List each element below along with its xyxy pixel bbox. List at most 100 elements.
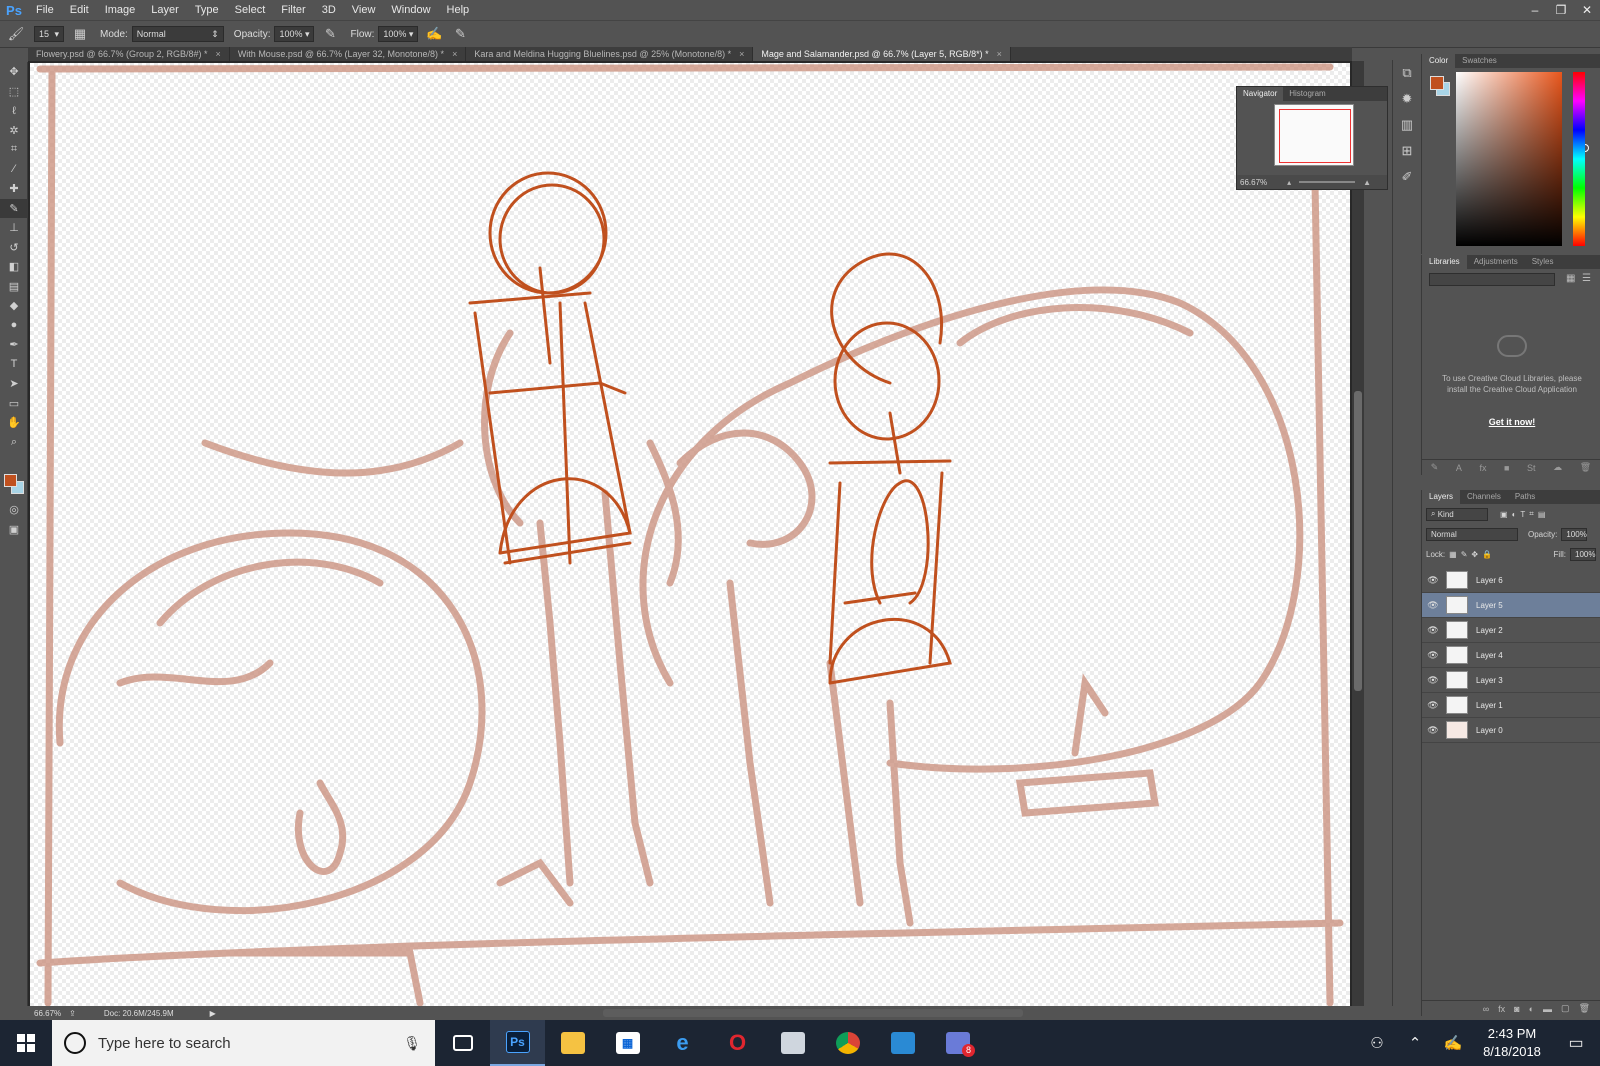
menu-window[interactable]: Window <box>383 0 438 20</box>
info-icon[interactable]: ⊞ <box>1393 138 1421 164</box>
link-layers-icon[interactable]: ∞ <box>1483 1004 1489 1014</box>
tab-layers[interactable]: Layers <box>1422 490 1461 504</box>
type-tool-icon[interactable]: T <box>0 355 28 375</box>
tab-document-1[interactable]: Flowery.psd @ 66.7% (Group 2, RGB/8#) * × <box>28 47 230 61</box>
lock-all-icon[interactable]: 🔒 <box>1482 550 1492 559</box>
eraser-tool-icon[interactable]: ◧ <box>0 257 28 277</box>
close-icon[interactable]: × <box>216 47 221 61</box>
eye-icon[interactable]: 👁 <box>1422 650 1444 661</box>
adjustment-filter-icon[interactable]: ◐ <box>1512 510 1517 519</box>
close-icon[interactable]: × <box>997 47 1002 61</box>
menu-3d[interactable]: 3D <box>314 0 344 20</box>
brush-size-picker[interactable]: 15 ▾ <box>34 26 64 42</box>
flow-field[interactable]: 100% ▾ <box>378 26 419 42</box>
tab-channels[interactable]: Channels <box>1460 490 1508 504</box>
rectangle-tool-icon[interactable]: ▭ <box>0 394 28 414</box>
close-icon[interactable]: × <box>452 47 457 61</box>
layer-row-layer-5[interactable]: 👁 Layer 5 <box>1422 593 1600 618</box>
zoom-tool-icon[interactable]: ⌕ <box>0 433 28 453</box>
people-icon[interactable]: ⚇ <box>1358 1034 1396 1052</box>
mode-select[interactable]: Normal ⇕ <box>131 26 224 42</box>
restore-icon[interactable]: ❐ <box>1548 0 1574 20</box>
pen-tool-icon[interactable]: ✒ <box>0 335 28 355</box>
menu-help[interactable]: Help <box>439 0 478 20</box>
hand-tool-icon[interactable]: ✋ <box>0 413 28 433</box>
layer-row-layer-3[interactable]: 👁 Layer 3 <box>1422 668 1600 693</box>
navigator-view-box[interactable] <box>1279 109 1351 163</box>
menu-view[interactable]: View <box>344 0 384 20</box>
type-filter-icon[interactable]: T <box>1520 510 1525 519</box>
layer-mask-icon[interactable]: ◙ <box>1514 1004 1519 1014</box>
tab-paths[interactable]: Paths <box>1508 490 1542 504</box>
scrollbar-thumb[interactable] <box>1354 391 1362 691</box>
delete-icon[interactable]: 🗑 <box>1580 462 1591 473</box>
get-it-now-link[interactable]: Get it now! <box>1432 417 1592 427</box>
photoshop-taskbar-icon[interactable]: Ps <box>490 1020 545 1066</box>
edge-icon[interactable]: e <box>655 1020 710 1066</box>
close-icon[interactable]: ✕ <box>1574 0 1600 20</box>
brush-presets-icon[interactable]: ✐ <box>1393 164 1421 190</box>
pressure-opacity-icon[interactable]: ✎ <box>320 25 340 43</box>
brush-panel-toggle-icon[interactable]: ▦ <box>70 25 90 43</box>
crop-tool-icon[interactable]: ⌗ <box>0 140 28 160</box>
library-select[interactable] <box>1429 273 1555 286</box>
stock-icon[interactable]: St <box>1527 463 1536 473</box>
add-graphic-icon[interactable]: ✎ <box>1431 462 1439 473</box>
pen-workspace-icon[interactable]: ✍ <box>1434 1034 1472 1052</box>
dodge-tool-icon[interactable]: ● <box>0 316 28 336</box>
add-color-icon[interactable]: ■ <box>1504 463 1509 473</box>
tab-document-3[interactable]: Kara and Meldina Hugging Bluelines.psd @… <box>466 47 754 61</box>
document-canvas[interactable] <box>30 63 1350 1006</box>
pixel-filter-icon[interactable]: ▣ <box>1500 510 1508 519</box>
blur-tool-icon[interactable]: ◆ <box>0 296 28 316</box>
foreground-color-swatch[interactable] <box>1430 76 1444 90</box>
layer-row-layer-1[interactable]: 👁 Layer 1 <box>1422 693 1600 718</box>
history-icon[interactable]: ⧉ <box>1393 60 1421 86</box>
magic-wand-tool-icon[interactable]: ✲ <box>0 121 28 141</box>
outlook-icon[interactable] <box>875 1020 930 1066</box>
eye-icon[interactable]: 👁 <box>1422 575 1444 586</box>
menu-edit[interactable]: Edit <box>62 0 97 20</box>
menu-type[interactable]: Type <box>187 0 227 20</box>
status-zoom[interactable]: 66.67% <box>34 1009 61 1018</box>
shape-filter-icon[interactable]: ⌗ <box>1529 509 1534 519</box>
eye-icon[interactable]: 👁 <box>1422 625 1444 636</box>
zoom-slider[interactable] <box>1299 181 1356 183</box>
navigator-thumbnail[interactable] <box>1274 104 1354 166</box>
list-view-icon[interactable]: ☰ <box>1582 273 1591 284</box>
tab-navigator[interactable]: Navigator <box>1237 87 1284 101</box>
menu-image[interactable]: Image <box>97 0 144 20</box>
minimize-icon[interactable]: – <box>1522 0 1548 20</box>
new-layer-icon[interactable]: ▢ <box>1561 1003 1570 1014</box>
tab-swatches[interactable]: Swatches <box>1455 54 1504 68</box>
layer-row-layer-4[interactable]: 👁 Layer 4 <box>1422 643 1600 668</box>
smart-object-filter-icon[interactable]: ▤ <box>1538 510 1546 519</box>
tab-adjustments[interactable]: Adjustments <box>1467 255 1525 269</box>
lock-pixels-icon[interactable]: ✎ <box>1461 550 1468 559</box>
eyedropper-tool-icon[interactable]: ⁄ <box>0 160 28 180</box>
gradient-tool-icon[interactable]: ▤ <box>0 277 28 297</box>
chrome-icon[interactable] <box>820 1020 875 1066</box>
airbrush-icon[interactable]: ✍ <box>424 25 444 43</box>
path-selection-tool-icon[interactable]: ➤ <box>0 374 28 394</box>
fill-field[interactable]: 100% <box>1570 547 1596 561</box>
adjustment-layer-icon[interactable]: ◐ <box>1529 1004 1534 1014</box>
zoom-in-icon[interactable]: ▲ <box>1363 178 1371 187</box>
layer-row-layer-2[interactable]: 👁 Layer 2 <box>1422 618 1600 643</box>
histogram-icon[interactable]: ▥ <box>1393 112 1421 138</box>
delete-layer-icon[interactable]: 🗑 <box>1579 1003 1590 1014</box>
layer-opacity-field[interactable]: 100% <box>1561 527 1588 541</box>
cortana-icon[interactable] <box>64 1032 86 1054</box>
eye-icon[interactable]: 👁 <box>1422 600 1444 611</box>
file-explorer-icon[interactable] <box>545 1020 600 1066</box>
tab-color[interactable]: Color <box>1422 54 1456 68</box>
task-view-icon[interactable] <box>435 1020 490 1066</box>
tab-document-2[interactable]: With Mouse.psd @ 66.7% (Layer 32, Monoto… <box>229 47 467 61</box>
lock-transparent-icon[interactable]: ▦ <box>1449 550 1457 559</box>
menu-filter[interactable]: Filter <box>273 0 313 20</box>
horizontal-scrollbar[interactable] <box>603 1009 1023 1017</box>
menu-file[interactable]: File <box>28 0 62 20</box>
add-style-icon[interactable]: fx <box>1479 463 1486 473</box>
opera-icon[interactable]: O <box>710 1020 765 1066</box>
foreground-color-swatch[interactable] <box>4 474 17 487</box>
